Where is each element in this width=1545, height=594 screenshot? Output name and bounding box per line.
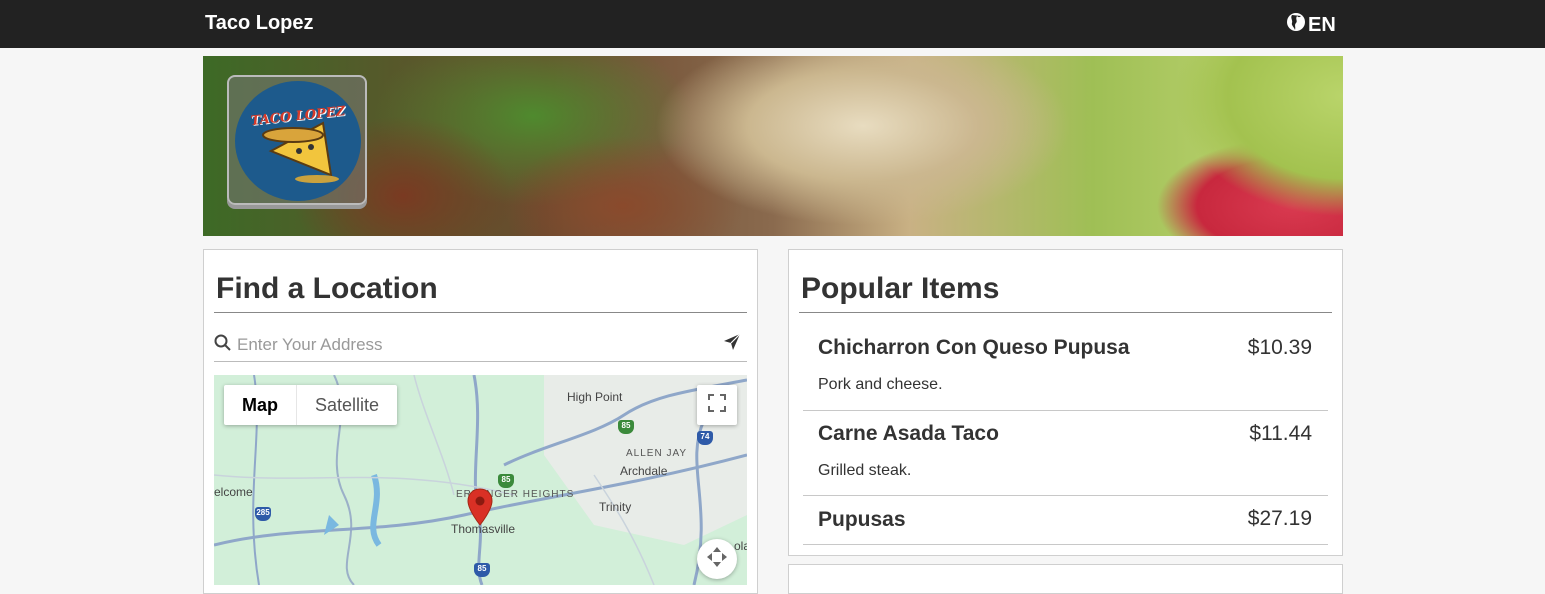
menu-item-price: $11.44: [1249, 422, 1312, 445]
popular-items-title: Popular Items: [801, 272, 1000, 305]
camera-control-button[interactable]: [697, 539, 737, 579]
highway-shield: 85: [474, 563, 490, 577]
globe-icon: [1286, 12, 1306, 38]
map-label: Trinity: [599, 500, 632, 514]
menu-item[interactable]: Carne Asada Taco $11.44 Grilled steak.: [803, 411, 1328, 496]
map-label: elcome: [214, 485, 253, 499]
logo-badge: TACO LOPEZ: [235, 81, 361, 201]
language-label: EN: [1308, 13, 1336, 36]
menu-item-description: Grilled steak.: [818, 462, 912, 479]
satellite-view-button[interactable]: Satellite: [297, 385, 397, 425]
restaurant-logo: TACO LOPEZ: [227, 75, 367, 205]
map-type-toggle: Map Satellite: [224, 385, 398, 425]
map-label: ola: [734, 539, 747, 553]
menu-item-name: Pupusas: [818, 508, 906, 531]
hero-banner-image: [203, 56, 1343, 236]
divider: [799, 312, 1332, 313]
address-search: [214, 328, 747, 362]
map-pin-icon[interactable]: [467, 488, 493, 531]
fullscreen-icon: [707, 393, 727, 418]
menu-item[interactable]: Chicharron Con Queso Pupusa $10.39 Pork …: [803, 324, 1328, 411]
move-arrows-icon: [706, 546, 728, 573]
next-panel: [788, 564, 1343, 594]
location-map[interactable]: Map Satellite High Point ALLEN JAY Archd…: [214, 375, 747, 585]
highway-shield: 85: [618, 420, 634, 434]
highway-shield: 74: [697, 431, 713, 445]
popular-items-panel: Popular Items Chicharron Con Queso Pupus…: [788, 249, 1343, 556]
find-location-panel: Find a Location Map Satellite: [203, 249, 758, 594]
brand-name[interactable]: Taco Lopez: [205, 12, 314, 35]
map-label: Archdale: [620, 464, 668, 478]
divider: [214, 312, 747, 313]
map-label: High Point: [567, 390, 623, 404]
menu-item-name: Chicharron Con Queso Pupusa: [818, 336, 1130, 359]
language-selector[interactable]: EN: [1286, 12, 1336, 38]
menu-item-name: Carne Asada Taco: [818, 422, 999, 445]
top-navbar: Taco Lopez EN: [0, 0, 1545, 48]
fullscreen-button[interactable]: [697, 385, 737, 425]
map-label: ALLEN JAY: [626, 448, 688, 459]
menu-item-price: $27.19: [1247, 507, 1312, 530]
address-input[interactable]: [237, 334, 723, 355]
menu-item-description: Pork and cheese.: [818, 376, 943, 393]
search-icon: [214, 334, 231, 356]
send-location-icon[interactable]: [723, 333, 741, 356]
highway-shield: 285: [255, 507, 271, 521]
find-location-title: Find a Location: [216, 272, 438, 305]
map-view-button[interactable]: Map: [224, 385, 297, 425]
taco-mascot-icon: [262, 121, 339, 183]
highway-shield: 85: [498, 474, 514, 488]
menu-item-price: $10.39: [1247, 336, 1312, 359]
menu-item[interactable]: Pupusas $27.19: [803, 496, 1328, 545]
